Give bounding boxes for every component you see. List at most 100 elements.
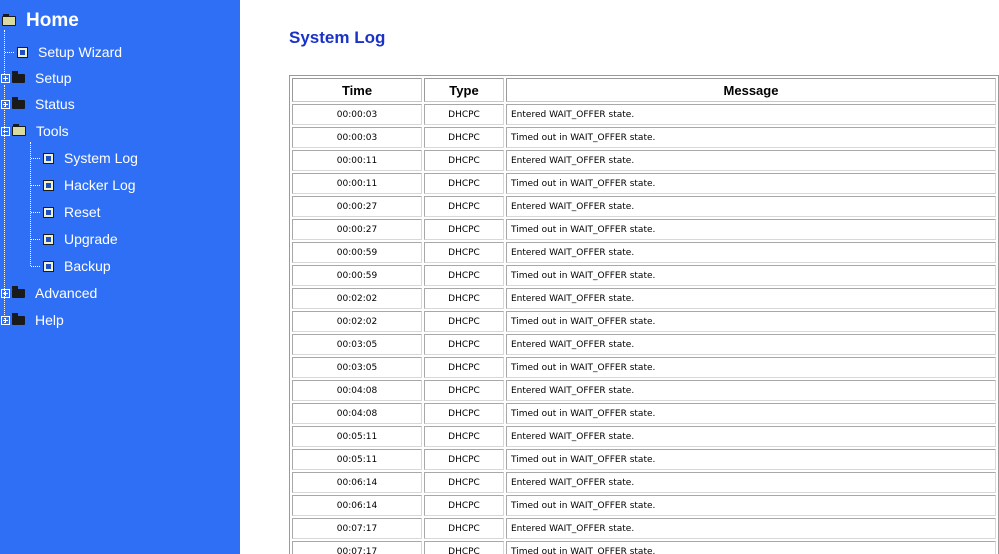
table-row: 00:04:08 DHCPC Timed out in WAIT_OFFER sta… xyxy=(292,403,996,424)
column-header-message: Message xyxy=(506,78,996,102)
column-header-type: Type xyxy=(424,78,504,102)
tree-connector xyxy=(31,184,40,186)
cell-message: Entered WAIT_OFFER state. xyxy=(506,334,996,355)
cell-type: DHCPC xyxy=(424,311,504,332)
table-row: 00:00:03 DHCPC Timed out in WAIT_OFFER sta… xyxy=(292,127,996,148)
open-folder-icon xyxy=(2,14,16,26)
table-row: 00:06:14 DHCPC Entered WAIT_OFFER state. xyxy=(292,472,996,493)
cell-time: 00:03:05 xyxy=(292,334,422,355)
system-log-table: Time Type Message 00:00:03 DHCPC Entered W… xyxy=(289,75,999,554)
cell-message: Entered WAIT_OFFER state. xyxy=(506,242,996,263)
cell-message: Entered WAIT_OFFER state. xyxy=(506,196,996,217)
table-row: 00:03:05 DHCPC Entered WAIT_OFFER state. xyxy=(292,334,996,355)
cell-type: DHCPC xyxy=(424,288,504,309)
cell-type: DHCPC xyxy=(424,196,504,217)
cell-type: DHCPC xyxy=(424,150,504,171)
cell-time: 00:05:11 xyxy=(292,426,422,447)
page-icon xyxy=(43,152,54,164)
folder-icon xyxy=(12,70,25,83)
sidebar-item-upgrade[interactable]: Upgrade xyxy=(31,228,118,250)
cell-message: Entered WAIT_OFFER state. xyxy=(506,518,996,539)
sidebar-item-backup[interactable]: Backup xyxy=(31,255,111,277)
collapse-icon[interactable] xyxy=(1,126,10,136)
cell-type: DHCPC xyxy=(424,495,504,516)
table-row: 00:00:11 DHCPC Timed out in WAIT_OFFER sta… xyxy=(292,173,996,194)
sidebar-item-label: Upgrade xyxy=(64,231,118,247)
cell-time: 00:05:11 xyxy=(292,449,422,470)
expand-icon[interactable] xyxy=(1,73,10,83)
cell-type: DHCPC xyxy=(424,449,504,470)
cell-time: 00:06:14 xyxy=(292,495,422,516)
sidebar-item-label: Tools xyxy=(36,123,69,139)
sidebar-item-label: Setup xyxy=(35,70,72,86)
table-row: 00:00:59 DHCPC Timed out in WAIT_OFFER sta… xyxy=(292,265,996,286)
cell-message: Timed out in WAIT_OFFER state. xyxy=(506,357,996,378)
open-folder-icon xyxy=(12,124,26,136)
sidebar-item-label: Hacker Log xyxy=(64,177,136,193)
cell-time: 00:00:03 xyxy=(292,104,422,125)
cell-type: DHCPC xyxy=(424,357,504,378)
page-icon xyxy=(43,179,54,191)
cell-type: DHCPC xyxy=(424,426,504,447)
cell-time: 00:00:11 xyxy=(292,173,422,194)
cell-message: Timed out in WAIT_OFFER state. xyxy=(506,127,996,148)
sidebar-item-tools[interactable]: Tools xyxy=(1,120,69,142)
sidebar-item-home[interactable]: Home xyxy=(2,10,79,32)
table-row: 00:00:11 DHCPC Entered WAIT_OFFER state. xyxy=(292,150,996,171)
table-row: 00:04:08 DHCPC Entered WAIT_OFFER state. xyxy=(292,380,996,401)
table-row: 00:02:02 DHCPC Entered WAIT_OFFER state. xyxy=(292,288,996,309)
sidebar-item-advanced[interactable]: Advanced xyxy=(1,282,97,304)
table-row: 00:00:03 DHCPC Entered WAIT_OFFER state. xyxy=(292,104,996,125)
table-row: 00:06:14 DHCPC Timed out in WAIT_OFFER sta… xyxy=(292,495,996,516)
cell-time: 00:02:02 xyxy=(292,311,422,332)
cell-message: Timed out in WAIT_OFFER state. xyxy=(506,449,996,470)
cell-type: DHCPC xyxy=(424,380,504,401)
sidebar-item-label: Status xyxy=(35,96,75,112)
cell-message: Entered WAIT_OFFER state. xyxy=(506,104,996,125)
cell-type: DHCPC xyxy=(424,403,504,424)
cell-time: 00:07:17 xyxy=(292,518,422,539)
sidebar-item-hacker-log[interactable]: Hacker Log xyxy=(31,174,136,196)
cell-message: Entered WAIT_OFFER state. xyxy=(506,288,996,309)
cell-time: 00:00:03 xyxy=(292,127,422,148)
cell-type: DHCPC xyxy=(424,127,504,148)
sidebar-item-setup-wizard[interactable]: Setup Wizard xyxy=(5,41,122,63)
cell-type: DHCPC xyxy=(424,518,504,539)
cell-message: Entered WAIT_OFFER state. xyxy=(506,472,996,493)
sidebar-nav: Home Setup Wizard Setup Status Tools Sys… xyxy=(0,0,240,554)
sidebar-item-label: Help xyxy=(35,312,64,328)
cell-type: DHCPC xyxy=(424,242,504,263)
cell-time: 00:00:59 xyxy=(292,265,422,286)
folder-icon xyxy=(12,285,25,298)
cell-time: 00:02:02 xyxy=(292,288,422,309)
cell-type: DHCPC xyxy=(424,265,504,286)
cell-time: 00:07:17 xyxy=(292,541,422,554)
sidebar-item-system-log[interactable]: System Log xyxy=(31,147,138,169)
folder-icon xyxy=(12,96,25,109)
table-row: 00:02:02 DHCPC Timed out in WAIT_OFFER sta… xyxy=(292,311,996,332)
table-row: 00:00:27 DHCPC Timed out in WAIT_OFFER sta… xyxy=(292,219,996,240)
sidebar-item-status[interactable]: Status xyxy=(1,93,75,115)
sidebar-item-setup[interactable]: Setup xyxy=(1,67,72,89)
sidebar-item-help[interactable]: Help xyxy=(1,309,64,331)
cell-message: Timed out in WAIT_OFFER state. xyxy=(506,173,996,194)
tree-connector xyxy=(31,211,40,213)
cell-time: 00:04:08 xyxy=(292,403,422,424)
table-row: 00:00:59 DHCPC Entered WAIT_OFFER state. xyxy=(292,242,996,263)
expand-icon[interactable] xyxy=(1,99,10,109)
table-row: 00:07:17 DHCPC Timed out in WAIT_OFFER sta… xyxy=(292,541,996,554)
cell-type: DHCPC xyxy=(424,472,504,493)
cell-type: DHCPC xyxy=(424,173,504,194)
sidebar-item-reset[interactable]: Reset xyxy=(31,201,101,223)
page-title: System Log xyxy=(289,28,386,47)
expand-icon[interactable] xyxy=(1,315,10,325)
tree-connector xyxy=(31,265,40,267)
tree-connector xyxy=(31,157,40,159)
cell-type: DHCPC xyxy=(424,104,504,125)
table-row: 00:07:17 DHCPC Entered WAIT_OFFER state. xyxy=(292,518,996,539)
cell-message: Entered WAIT_OFFER state. xyxy=(506,380,996,401)
expand-icon[interactable] xyxy=(1,288,10,298)
cell-time: 00:06:14 xyxy=(292,472,422,493)
cell-message: Entered WAIT_OFFER state. xyxy=(506,426,996,447)
cell-time: 00:03:05 xyxy=(292,357,422,378)
